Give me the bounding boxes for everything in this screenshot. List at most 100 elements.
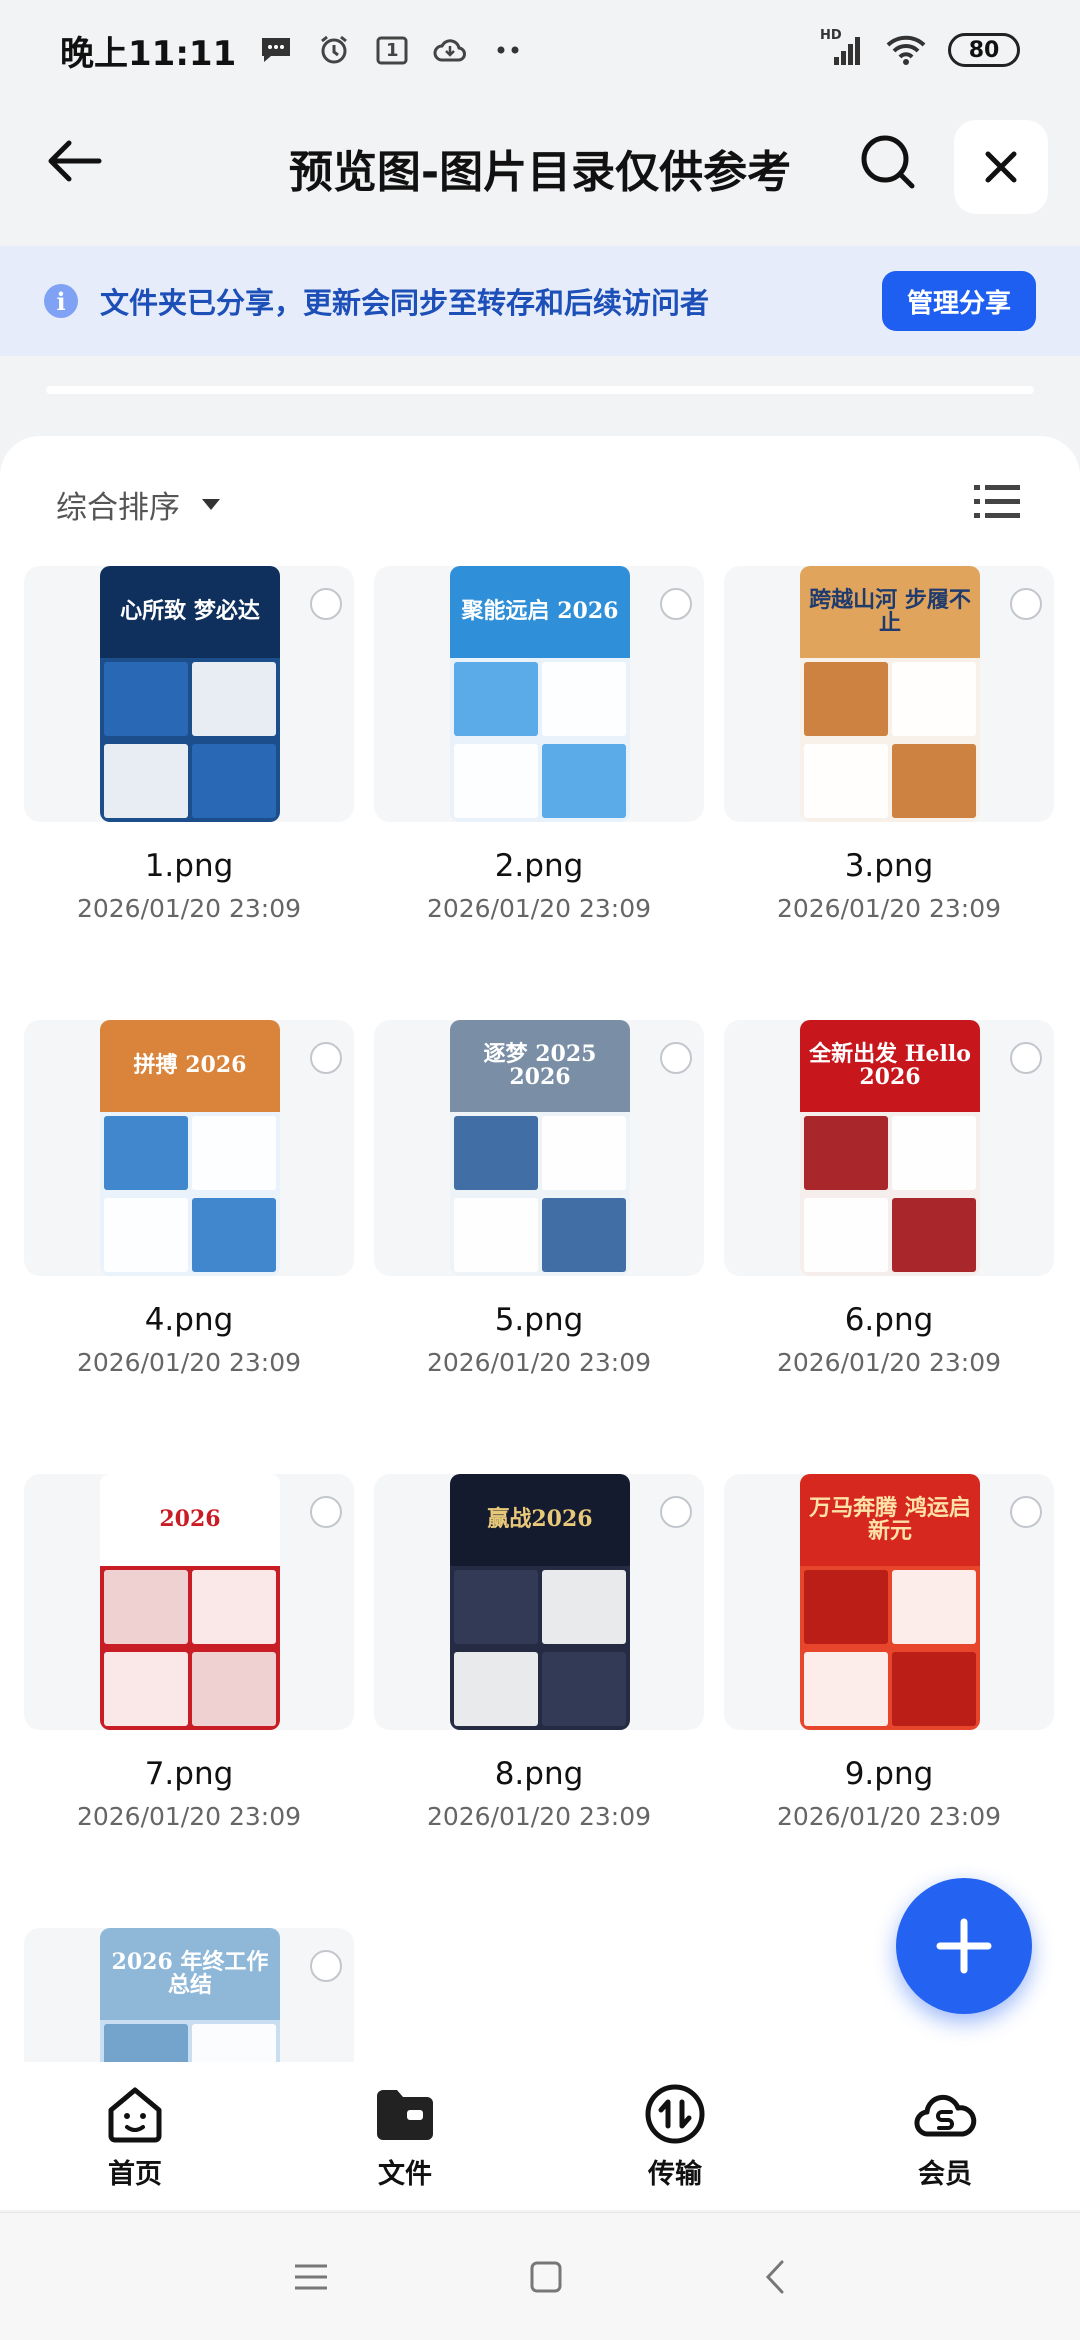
add-button[interactable] (896, 1878, 1032, 2014)
thumbnail-slide (892, 1652, 976, 1726)
file-tile[interactable]: 万马奔腾 鸿运启新元 9.png 2026/01/20 23:09 (724, 1474, 1054, 1831)
search-icon (861, 135, 915, 189)
select-checkbox[interactable] (660, 1042, 692, 1074)
sort-dropdown[interactable]: 综合排序 (56, 482, 220, 527)
nav-transfer[interactable]: 传输 (540, 2062, 810, 2210)
file-tile[interactable]: 心所致 梦必达 1.png 2026/01/20 23:09 (24, 566, 354, 923)
close-button[interactable] (954, 120, 1048, 214)
nav-files[interactable]: 文件 (270, 2062, 540, 2210)
file-tile[interactable]: 2026 年终工作总结 (24, 1928, 354, 2066)
cloud-sync-icon (432, 34, 468, 66)
transfer-icon (645, 2084, 705, 2144)
file-tile[interactable]: 赢战2026 8.png 2026/01/20 23:09 (374, 1474, 704, 1831)
file-thumbnail: 万马奔腾 鸿运启新元 (800, 1474, 980, 1730)
thumbnail-slide-row (450, 658, 630, 740)
info-icon: i (44, 284, 78, 318)
thumbnail-slide-row (450, 1194, 630, 1276)
menu-icon[interactable] (293, 2262, 329, 2292)
thumbnail-slide (192, 2024, 276, 2066)
close-icon (985, 151, 1017, 183)
nav-label-transfer: 传输 (648, 2159, 702, 2190)
file-date: 2026/01/20 23:09 (776, 894, 1002, 923)
select-checkbox[interactable] (660, 1496, 692, 1528)
nav-home[interactable]: 首页 (0, 2062, 270, 2210)
thumbnail-slide-row (450, 1112, 630, 1194)
thumbnail-slide-row (100, 1648, 280, 1730)
sort-label: 综合排序 (56, 490, 180, 526)
file-thumbnail: 跨越山河 步履不止 (800, 566, 980, 822)
thumbnail-slide (104, 1652, 188, 1726)
thumbnail-slide-row (800, 1566, 980, 1648)
calendar-icon: 1 (374, 34, 410, 66)
file-date: 2026/01/20 23:09 (76, 1802, 302, 1831)
share-banner: i 文件夹已分享，更新会同步至转存和后续访问者 管理分享 (0, 246, 1080, 356)
manage-share-button[interactable]: 管理分享 (882, 271, 1036, 331)
thumbnail-slide-row (800, 1194, 980, 1276)
list-view-toggle[interactable] (974, 482, 1020, 522)
file-tile[interactable]: 聚能远启 2026 2.png 2026/01/20 23:09 (374, 566, 704, 923)
thumbnail-slide (892, 662, 976, 736)
thumbnail-slide (192, 1652, 276, 1726)
select-checkbox[interactable] (660, 588, 692, 620)
thumbnail-frame: 赢战2026 (374, 1474, 704, 1730)
thumbnail-slide (104, 744, 188, 818)
thumbnail-slide-row (100, 1566, 280, 1648)
thumbnail-frame: 聚能远启 2026 (374, 566, 704, 822)
thumbnail-frame: 跨越山河 步履不止 (724, 566, 1054, 822)
file-name: 6.png (844, 1302, 934, 1338)
thumbnail-frame: 2026 (24, 1474, 354, 1730)
share-notice-text: 文件夹已分享，更新会同步至转存和后续访问者 (100, 286, 710, 320)
thumbnail-slide (192, 744, 276, 818)
thumbnail-headline: 跨越山河 步履不止 (800, 566, 980, 658)
file-tile[interactable]: 拼搏 2026 4.png 2026/01/20 23:09 (24, 1020, 354, 1377)
thumbnail-frame: 万马奔腾 鸿运启新元 (724, 1474, 1054, 1730)
file-tile[interactable]: 2026 7.png 2026/01/20 23:09 (24, 1474, 354, 1831)
home-face-icon (108, 2087, 162, 2143)
file-thumbnail: 心所致 梦必达 (100, 566, 280, 822)
thumbnail-slide (542, 1652, 626, 1726)
list-view-icon (974, 485, 1020, 518)
thumbnail-slide-row (800, 1112, 980, 1194)
nav-member[interactable]: 会员 (810, 2062, 1080, 2210)
file-tile[interactable]: 逐梦 2025 2026 5.png 2026/01/20 23:09 (374, 1020, 704, 1377)
thumbnail-slide (804, 744, 888, 818)
file-date: 2026/01/20 23:09 (426, 1348, 652, 1377)
file-name: 1.png (144, 848, 234, 884)
select-checkbox[interactable] (1010, 1042, 1042, 1074)
message-icon (258, 34, 294, 66)
select-checkbox[interactable] (310, 1496, 342, 1528)
bottom-nav: 首页 文件 传输 会员 (0, 2062, 1080, 2210)
select-checkbox[interactable] (310, 1950, 342, 1982)
thumbnail-slide (892, 1198, 976, 1272)
thumbnail-slide (104, 662, 188, 736)
file-name: 3.png (844, 848, 934, 884)
select-checkbox[interactable] (1010, 588, 1042, 620)
home-square-icon[interactable] (529, 2260, 563, 2294)
nav-label-files: 文件 (378, 2159, 432, 2190)
thumbnail-frame: 逐梦 2025 2026 (374, 1020, 704, 1276)
thumbnail-slide (454, 1652, 538, 1726)
thumbnail-slide (104, 1198, 188, 1272)
thumbnail-slide-row (800, 658, 980, 740)
search-button[interactable] (852, 126, 924, 198)
select-checkbox[interactable] (310, 588, 342, 620)
thumbnail-slide (542, 1116, 626, 1190)
file-tile[interactable]: 全新出发 Hello 2026 6.png 2026/01/20 23:09 (724, 1020, 1054, 1377)
alarm-icon (316, 34, 352, 66)
file-tile[interactable]: 跨越山河 步履不止 3.png 2026/01/20 23:09 (724, 566, 1054, 923)
file-name: 8.png (494, 1756, 584, 1792)
system-nav-bar (0, 2212, 1080, 2340)
battery-indicator: 80 (948, 33, 1020, 67)
select-checkbox[interactable] (1010, 1496, 1042, 1528)
thumbnail-slide (892, 744, 976, 818)
thumbnail-slide (454, 1198, 538, 1272)
divider (46, 386, 1034, 394)
thumbnail-headline: 2026 (100, 1474, 280, 1566)
select-checkbox[interactable] (310, 1042, 342, 1074)
thumbnail-slide (192, 1116, 276, 1190)
calendar-day: 1 (385, 39, 399, 61)
thumbnail-slide-row (100, 658, 280, 740)
status-time: 晚上11:11 (60, 33, 237, 74)
back-chevron-icon[interactable] (763, 2259, 787, 2295)
thumbnail-slide (542, 662, 626, 736)
